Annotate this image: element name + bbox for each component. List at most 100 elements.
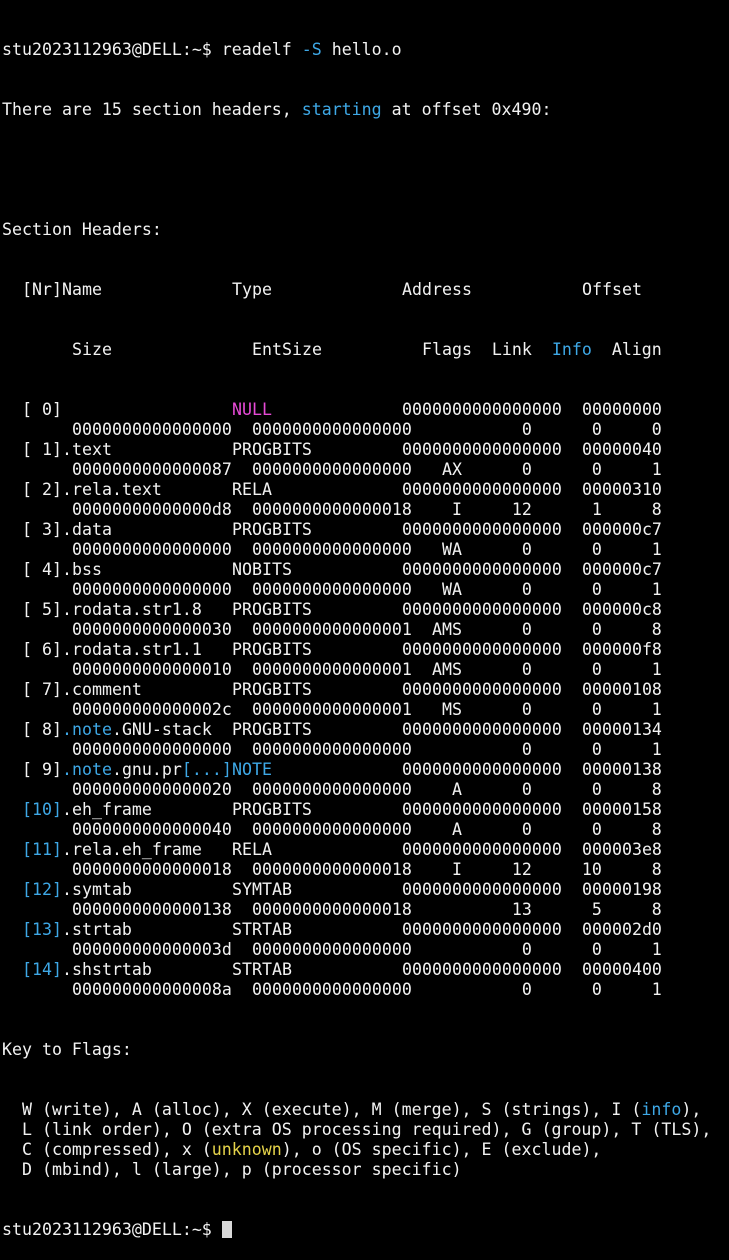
section-offset: 00000158	[582, 800, 662, 819]
summary-text-end: at offset 0x490:	[381, 100, 552, 119]
section-row-detail: 0000000000000087 0000000000000000 AX 0 0 …	[2, 460, 729, 480]
section-name: .eh_frame	[52, 800, 152, 819]
section-row-detail: 0000000000000000 0000000000000000 0 0 1	[2, 740, 729, 760]
section-nr: [11]	[2, 840, 62, 859]
summary-line: There are 15 section headers, starting a…	[2, 100, 729, 120]
section-list: [ 0] NULL 0000000000000000 00000000 0000000…	[2, 400, 729, 1000]
section-entsize: 0000000000000018	[252, 500, 412, 519]
section-entsize: 0000000000000000	[252, 780, 412, 799]
section-address: 0000000000000000	[402, 400, 562, 419]
section-entsize: 0000000000000000	[252, 540, 412, 559]
header-address: Address	[402, 280, 472, 299]
section-row: [ 5] .rodata.str1.8 PROGBITS 0000000000000…	[2, 600, 729, 620]
section-address: 0000000000000000	[402, 680, 562, 699]
section-entsize: 0000000000000000	[252, 580, 412, 599]
section-offset: 00000400	[582, 960, 662, 979]
key-text-end: ), o (OS specific), E (exclude),	[281, 1140, 602, 1159]
section-entsize: 0000000000000018	[252, 860, 412, 879]
section-flags-link-info-align: I 12 1 8	[422, 500, 662, 519]
section-size: 000000000000002c	[72, 700, 232, 719]
section-row: [ 3] .data PROGBITS 0000000000000000 000000…	[2, 520, 729, 540]
section-row: [ 0] NULL 0000000000000000 00000000	[2, 400, 729, 420]
section-name: .symtab	[52, 880, 132, 899]
section-address: 0000000000000000	[402, 520, 562, 539]
section-flags-link-info-align: AX 0 0 1	[422, 460, 662, 479]
section-offset: 00000134	[582, 720, 662, 739]
section-name: .rela.eh_frame	[52, 840, 202, 859]
section-address: 0000000000000000	[402, 440, 562, 459]
section-size: 0000000000000138	[72, 900, 232, 919]
section-offset: 000000c7	[582, 560, 662, 579]
section-size: 0000000000000087	[72, 460, 232, 479]
section-nr: [14]	[2, 960, 62, 979]
terminal-window[interactable]: stu2023112963@DELL:~$ readelf -S hello.o…	[0, 0, 729, 1239]
section-offset: 000000c7	[582, 520, 662, 539]
section-row: [ 2] .rela.text RELA 0000000000000000 00000…	[2, 480, 729, 500]
section-size: 0000000000000000	[72, 580, 232, 599]
section-flags-link-info-align: 0 0 1	[422, 980, 662, 999]
key-text: L (link order), O (extra OS processing r…	[2, 1120, 712, 1139]
section-flags-link-info-align: I 12 10 8	[422, 860, 662, 879]
section-size: 0000000000000030	[72, 620, 232, 639]
section-row: [12] .symtab SYMTAB 0000000000000000 000001…	[2, 880, 729, 900]
header-flags-link: Flags Link	[422, 340, 552, 359]
key-text: W (write), A (alloc), X (execute), M (me…	[2, 1100, 642, 1119]
command-line: stu2023112963@DELL:~$ readelf -S hello.o	[2, 40, 729, 60]
command-flag: -S	[301, 40, 322, 59]
section-size: 0000000000000000	[72, 540, 232, 559]
section-nr: [13]	[2, 920, 62, 939]
section-type: PROGBITS	[232, 680, 312, 699]
section-flags-link-info-align: 0 0 1	[422, 940, 662, 959]
section-name: .shstrtab	[52, 960, 152, 979]
section-row: [ 7] .comment PROGBITS 0000000000000000 000…	[2, 680, 729, 700]
section-type: RELA	[232, 480, 272, 499]
section-offset: 00000198	[582, 880, 662, 899]
section-offset: 000000c8	[582, 600, 662, 619]
key-title: Key to Flags:	[2, 1040, 132, 1059]
section-nr: [ 3]	[2, 520, 62, 539]
section-entsize: 0000000000000000	[252, 740, 412, 759]
section-entsize: 0000000000000001	[252, 700, 412, 719]
section-nr: [ 2]	[2, 480, 62, 499]
section-name	[52, 400, 232, 420]
section-offset: 00000000	[582, 400, 662, 419]
section-row: [ 9] .note.gnu.pr[...]NOTE 00000000000000…	[2, 760, 729, 780]
section-row-detail: 0000000000000040 0000000000000000 A 0 0 8	[2, 820, 729, 840]
summary-text: There are 15 section headers,	[2, 100, 302, 119]
section-address: 0000000000000000	[402, 560, 562, 579]
section-row-detail: 00000000000000d8 0000000000000018 I 12 1 …	[2, 500, 729, 520]
section-entsize: 0000000000000001	[252, 660, 412, 679]
section-offset: 00000138	[582, 760, 662, 779]
section-headers-title: Section Headers:	[2, 220, 162, 239]
section-entsize: 0000000000000000	[252, 940, 412, 959]
section-row: [ 6] .rodata.str1.1 PROGBITS 0000000000000…	[2, 640, 729, 660]
header-type: Type	[232, 280, 272, 299]
section-size: 000000000000008a	[72, 980, 232, 999]
section-flags-link-info-align: 0 0 0	[422, 420, 662, 439]
section-entsize: 0000000000000018	[252, 900, 412, 919]
section-offset: 00000108	[582, 680, 662, 699]
section-name: .comment	[52, 680, 142, 699]
section-row-detail: 0000000000000000 0000000000000000 WA 0 0 …	[2, 580, 729, 600]
section-size: 0000000000000010	[72, 660, 232, 679]
header-align: Align	[591, 340, 662, 359]
section-type: SYMTAB	[232, 880, 292, 899]
section-address: 0000000000000000	[402, 920, 562, 939]
section-offset: 000000f8	[582, 640, 662, 659]
section-name: .text	[52, 440, 112, 459]
header-info: Info	[551, 340, 592, 359]
section-row-detail: 000000000000002c 0000000000000001 MS 0 0 …	[2, 700, 729, 720]
section-row: [ 4] .bss NOBITS 0000000000000000 000000c7	[2, 560, 729, 580]
section-row-detail: 0000000000000000 0000000000000000 0 0 0	[2, 420, 729, 440]
command-text: readelf	[221, 40, 302, 59]
section-address: 0000000000000000	[402, 600, 562, 619]
section-nr: [ 1]	[2, 440, 62, 459]
section-row: [11] .rela.eh_frame RELA 0000000000000000 0…	[2, 840, 729, 860]
prompt-line[interactable]: stu2023112963@DELL:~$	[2, 1220, 729, 1240]
section-type: STRTAB	[232, 960, 292, 979]
section-size: 000000000000003d	[72, 940, 232, 959]
section-offset: 00000040	[582, 440, 662, 459]
section-entsize: 0000000000000001	[252, 620, 412, 639]
section-address: 0000000000000000	[402, 480, 562, 499]
